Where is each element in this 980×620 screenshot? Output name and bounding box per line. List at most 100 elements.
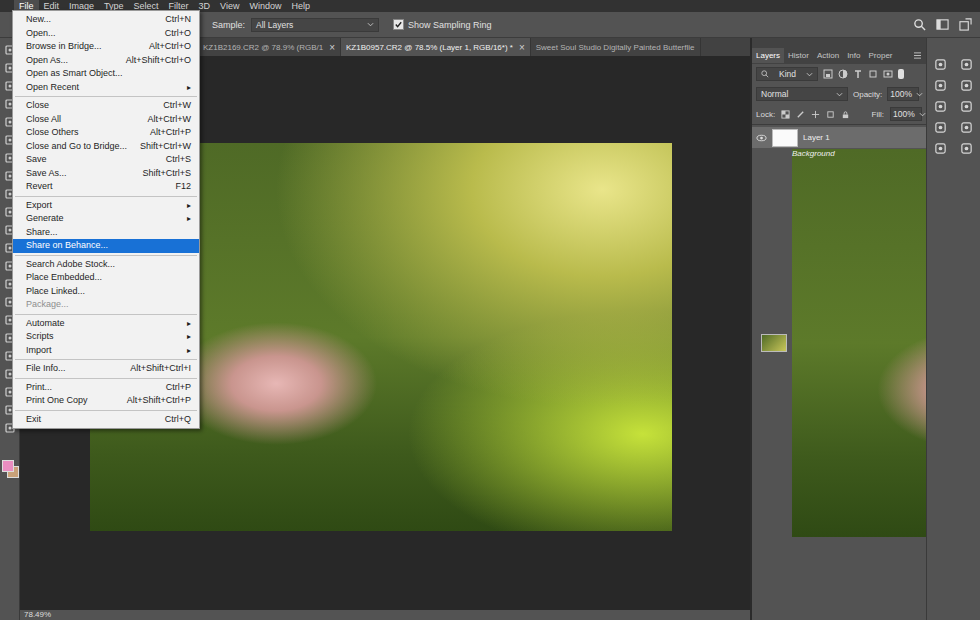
- menu-item[interactable]: Open As...Alt+Shift+Ctrl+O: [13, 54, 199, 68]
- menu-item[interactable]: Print One CopyAlt+Shift+Ctrl+P: [13, 394, 199, 408]
- layer-thumbnail: [772, 129, 798, 147]
- checkmark-icon: [394, 20, 403, 29]
- adjustment-filter-icon[interactable]: [838, 69, 848, 79]
- paths-icon[interactable]: [934, 121, 947, 134]
- panel-tab[interactable]: Action: [813, 48, 843, 63]
- layer-name[interactable]: Layer 1: [803, 133, 830, 142]
- search-icon[interactable]: [913, 18, 926, 31]
- layer-row[interactable]: Background: [752, 149, 926, 537]
- document-tab[interactable]: Sweet Soul Studio Digitally Painted Butt…: [531, 38, 701, 56]
- menu-item[interactable]: Open...Ctrl+O: [13, 27, 199, 41]
- menu-item[interactable]: Search Adobe Stock...: [13, 258, 199, 272]
- menu-item[interactable]: New...Ctrl+N: [13, 13, 199, 27]
- channels-icon[interactable]: [960, 121, 973, 134]
- lock-position-icon[interactable]: [811, 110, 820, 119]
- panel-tab[interactable]: Layers: [752, 48, 784, 63]
- submenu-arrow-icon: ▸: [187, 199, 191, 213]
- type-filter-icon[interactable]: [853, 69, 863, 79]
- pixel-filter-icon[interactable]: [823, 69, 833, 79]
- panel-menu-icon[interactable]: [913, 52, 922, 59]
- visibility-eye-icon[interactable]: [756, 134, 767, 142]
- patterns-icon[interactable]: [960, 100, 973, 113]
- menu-item[interactable]: Automate▸: [13, 317, 199, 331]
- lock-artboard-icon[interactable]: [826, 110, 835, 119]
- layer-row[interactable]: Layer 1: [752, 127, 926, 148]
- menu-item: Package...: [13, 298, 199, 312]
- document-tab[interactable]: KZ1B0957.CR2 @ 78.5% (Layer 1, RGB/16*) …: [341, 38, 531, 56]
- menu-separator: [15, 410, 197, 411]
- workspace-icon[interactable]: [936, 18, 949, 31]
- layers-list: Layer 1 Background: [752, 124, 926, 538]
- menu-item[interactable]: File Info...Alt+Shift+Ctrl+I: [13, 362, 199, 376]
- color-swatches[interactable]: [2, 460, 18, 478]
- shape-filter-icon[interactable]: [868, 69, 878, 79]
- photoshop-window: FileEditImageTypeSelectFilter3DViewWindo…: [0, 0, 980, 620]
- close-tab-button[interactable]: ×: [519, 42, 525, 53]
- smart-object-filter-icon[interactable]: [883, 69, 893, 79]
- panel-tab[interactable]: Histor: [784, 48, 813, 63]
- menu-item[interactable]: Export▸: [13, 199, 199, 213]
- menu-item[interactable]: Import▸: [13, 344, 199, 358]
- foreground-color-swatch[interactable]: [2, 460, 14, 472]
- styles-icon[interactable]: [934, 142, 947, 155]
- character-icon[interactable]: [960, 142, 973, 155]
- libraries-icon[interactable]: [934, 100, 947, 113]
- close-tab-button[interactable]: ×: [329, 42, 335, 53]
- panel-icon-strip: [926, 38, 980, 620]
- share-icon[interactable]: [959, 18, 972, 31]
- blend-mode-dropdown[interactable]: Normal: [756, 87, 848, 101]
- menu-item[interactable]: Save As...Shift+Ctrl+S: [13, 167, 199, 181]
- sample-dropdown[interactable]: All Layers: [251, 18, 379, 32]
- brushes-icon[interactable]: [934, 79, 947, 92]
- menu-item[interactable]: Close and Go to Bridge...Shift+Ctrl+W: [13, 140, 199, 154]
- menu-bar-item[interactable]: View: [215, 0, 244, 12]
- menu-separator: [15, 378, 197, 379]
- submenu-arrow-icon: ▸: [187, 317, 191, 331]
- opacity-label: Opacity:: [853, 90, 882, 99]
- menu-item[interactable]: Open as Smart Object...: [13, 67, 199, 81]
- panel-tabs: LayersHistorActionInfoProper: [752, 46, 926, 64]
- swatches-icon[interactable]: [960, 58, 973, 71]
- menu-item[interactable]: Share on Behance...: [13, 239, 199, 253]
- menu-separator: [15, 359, 197, 360]
- menu-item[interactable]: Browse in Bridge...Alt+Ctrl+O: [13, 40, 199, 54]
- sampling-ring-checkbox[interactable]: Show Sampling Ring: [393, 19, 492, 30]
- menu-item[interactable]: CloseCtrl+W: [13, 99, 199, 113]
- lock-all-icon[interactable]: [841, 110, 850, 119]
- menu-bar-item[interactable]: Window: [244, 0, 286, 12]
- menu-separator: [15, 255, 197, 256]
- fill-field[interactable]: 100%: [890, 107, 922, 121]
- color-icon[interactable]: [934, 58, 947, 71]
- menu-item[interactable]: Open Recent▸: [13, 81, 199, 95]
- menu-item[interactable]: Close OthersAlt+Ctrl+P: [13, 126, 199, 140]
- menu-item[interactable]: Print...Ctrl+P: [13, 381, 199, 395]
- menu-item[interactable]: ExitCtrl+Q: [13, 413, 199, 427]
- layer-thumbnail: [761, 334, 787, 352]
- menu-item[interactable]: Place Embedded...: [13, 271, 199, 285]
- panel-tab[interactable]: Proper: [864, 48, 896, 63]
- menu-bar-item[interactable]: Help: [286, 0, 315, 12]
- menu-item[interactable]: Scripts▸: [13, 330, 199, 344]
- menu-item[interactable]: SaveCtrl+S: [13, 153, 199, 167]
- submenu-arrow-icon: ▸: [187, 212, 191, 226]
- lock-transparency-icon[interactable]: [781, 110, 790, 119]
- menu-separator: [15, 196, 197, 197]
- menu-item[interactable]: Close AllAlt+Ctrl+W: [13, 113, 199, 127]
- menu-item[interactable]: RevertF12: [13, 180, 199, 194]
- filter-toggle[interactable]: [898, 69, 904, 79]
- menu-item[interactable]: Share...: [13, 226, 199, 240]
- layers-panel: LayersHistorActionInfoProper Kind Normal Op…: [750, 38, 926, 620]
- adjustments-icon[interactable]: [960, 79, 973, 92]
- menu-item[interactable]: Place Linked...: [13, 285, 199, 299]
- menu-item[interactable]: Generate▸: [13, 212, 199, 226]
- layer-filter-dropdown[interactable]: Kind: [756, 67, 818, 81]
- opacity-field[interactable]: 100%: [887, 87, 919, 101]
- menu-separator: [15, 96, 197, 97]
- chevron-down-icon: [806, 72, 813, 77]
- checkbox[interactable]: [393, 19, 404, 30]
- panel-tab[interactable]: Info: [843, 48, 864, 63]
- chevron-down-icon: [916, 92, 923, 97]
- lock-label: Lock:: [756, 110, 775, 119]
- lock-pixels-icon[interactable]: [796, 110, 805, 119]
- document-tab[interactable]: KZ1B2169.CR2 @ 78.9% (RGB/1×: [198, 38, 341, 56]
